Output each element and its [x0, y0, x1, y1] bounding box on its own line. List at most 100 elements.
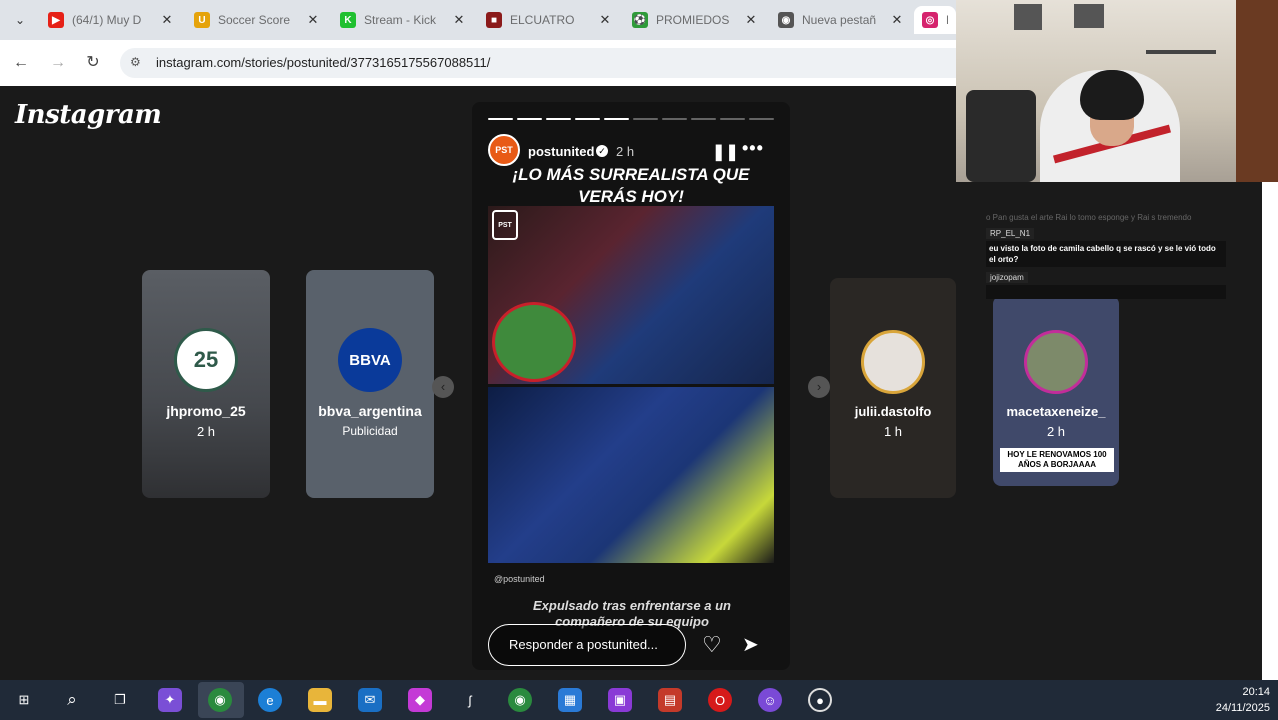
site-info-icon[interactable]: ⚙	[130, 55, 146, 71]
story-time: 2 h	[196, 424, 216, 439]
stream-chat-overlay: o Pan gusta el arte Rai lo tomo esponge …	[986, 212, 1226, 299]
discord-icon[interactable]: ☺	[758, 688, 782, 712]
tab-title: Soccer Score	[218, 13, 291, 27]
chat-faint-message: o Pan gusta el arte Rai lo tomo esponge …	[986, 213, 1192, 222]
story-headline: ¡LO MÁS SURREALISTA QUE VERÁS HOY!	[512, 165, 750, 206]
progress-segment	[633, 118, 658, 120]
story-progress-bar	[488, 118, 774, 120]
tab-title: Stream - Kick	[364, 13, 437, 27]
browser-tab[interactable]: K Stream - Kick ✕	[332, 6, 474, 34]
browser-tab[interactable]: ⚽ PROMIEDOS ✕	[624, 6, 766, 34]
close-tab-icon[interactable]: ✕	[598, 12, 612, 28]
progress-segment	[691, 118, 716, 120]
avatar: BBVA	[338, 328, 402, 392]
outlook-icon[interactable]: ✉	[358, 688, 382, 712]
close-tab-icon[interactable]: ✕	[160, 12, 174, 28]
gaming-chair	[966, 90, 1036, 182]
clock-time: 20:14	[1242, 686, 1270, 698]
browser-tab[interactable]: ▶ (64/1) Muy D ✕	[40, 6, 182, 34]
avatar[interactable]: PST	[488, 134, 520, 166]
story-preview-bbva[interactable]: BBVA bbva_argentina Publicidad	[306, 270, 434, 498]
browser-tab[interactable]: ◉ Nueva pestañ ✕	[770, 6, 912, 34]
youtube-icon: ▶	[48, 12, 64, 28]
pause-icon[interactable]: ❚❚	[712, 142, 739, 162]
avatar	[1024, 330, 1088, 394]
office-icon[interactable]: ◆	[408, 688, 432, 712]
browser-toolbar: ← → ↻ ⚙ instagram.com/stories/postunited…	[0, 40, 956, 86]
like-heart-icon[interactable]: ♡	[702, 632, 722, 658]
tab-title: Nueva pestañ	[802, 13, 877, 27]
story-username: macetaxeneize_	[1006, 404, 1106, 419]
chrome-profile-icon[interactable]: ◉	[508, 688, 532, 712]
task-view-icon[interactable]: ❐	[108, 688, 132, 712]
app-icon[interactable]: ʃ	[458, 688, 482, 712]
copilot-icon[interactable]: ✦	[158, 688, 182, 712]
twitch-icon[interactable]: ▣	[608, 688, 632, 712]
store-icon[interactable]: ▦	[558, 688, 582, 712]
file-explorer-icon[interactable]: ▬	[308, 688, 332, 712]
winrar-icon[interactable]: ▤	[658, 688, 682, 712]
browser-tab[interactable]: ◎H	[914, 6, 956, 34]
search-icon[interactable]: ⌕	[60, 688, 84, 712]
story-username[interactable]: postunited	[528, 144, 594, 159]
story-banner-text: HOY LE RENOVAMOS 100 AÑOS A BORJAAAA	[1000, 448, 1114, 472]
close-tab-icon[interactable]: ✕	[890, 12, 904, 28]
active-story: PST postunited ✓ 2 h ❚❚ ••• ¡LO MÁS SURR…	[472, 102, 790, 670]
story-photo-bottom	[488, 387, 774, 563]
wall-frame	[1074, 4, 1104, 28]
door	[1236, 0, 1278, 182]
story-time: 1 h	[883, 424, 903, 439]
close-tab-icon[interactable]: ✕	[744, 12, 758, 28]
chat-message: eu visto la foto de camila cabello q se …	[986, 241, 1226, 267]
progress-segment	[662, 118, 687, 120]
progress-segment	[517, 118, 542, 120]
opera-icon[interactable]: O	[708, 688, 732, 712]
streamer-hair	[1080, 70, 1144, 120]
chrome-icon: ◉	[778, 12, 794, 28]
tab-search-menu-icon[interactable]: ⌄	[10, 10, 30, 30]
chrome-icon[interactable]: ◉	[208, 688, 232, 712]
story-username: jhpromo_25	[166, 403, 246, 419]
clock-date: 24/11/2025	[1215, 702, 1270, 714]
reply-input[interactable]: Responder a postunited...	[488, 624, 686, 666]
instagram-logo[interactable]: Instagram	[15, 100, 162, 130]
verified-icon: ✓	[596, 145, 608, 157]
address-bar[interactable]: ⚙ instagram.com/stories/postunited/37731…	[120, 48, 956, 78]
promiedos-icon: ⚽	[632, 12, 648, 28]
screen: { "browser": { "tabs": [ {"label": "(64/…	[0, 0, 1278, 720]
obs-icon[interactable]: ●	[808, 688, 832, 712]
more-options-icon[interactable]: •••	[742, 138, 764, 159]
next-story-button[interactable]: ›	[808, 376, 830, 398]
wall-frame	[1014, 4, 1042, 30]
wall-shelf	[1146, 50, 1216, 54]
progress-segment	[604, 118, 629, 120]
progress-segment	[488, 118, 513, 120]
previous-story-button[interactable]: ‹	[432, 376, 454, 398]
instagram-icon: ◎	[922, 12, 938, 28]
chat-username: RP_EL_N1	[986, 228, 1035, 239]
start-icon[interactable]: ⊞	[12, 688, 36, 712]
close-tab-icon[interactable]: ✕	[306, 12, 320, 28]
story-username: bbva_argentina	[318, 403, 422, 419]
send-icon[interactable]: ➤	[742, 632, 759, 657]
story-time: 2 h	[616, 144, 635, 159]
browser-tab[interactable]: ■ ELCUATRO ✕	[478, 6, 620, 34]
story-preview-julii[interactable]: julii.dastolfo 1 h	[830, 278, 956, 498]
forward-button[interactable]: →	[47, 52, 69, 74]
scrollbar[interactable]	[1262, 182, 1278, 680]
back-button[interactable]: ←	[10, 52, 32, 74]
browser-tab[interactable]: U Soccer Score ✕	[186, 6, 328, 34]
close-tab-icon[interactable]: ✕	[452, 12, 466, 28]
soccer-score-icon: U	[194, 12, 210, 28]
url-text: instagram.com/stories/postunited/3773165…	[156, 55, 491, 70]
kick-icon: K	[340, 12, 356, 28]
brand-badge-icon: PST	[492, 210, 518, 240]
edge-icon[interactable]: e	[258, 688, 282, 712]
system-clock[interactable]: 20:14 24/11/2025	[1216, 684, 1270, 716]
story-username: julii.dastolfo	[854, 404, 932, 419]
browser-tab-bar: ⌄ ▶ (64/1) Muy D ✕ U Soccer Score ✕ K Stream - …	[0, 0, 956, 40]
story-preview-jhpromo[interactable]: 25 jhpromo_25 2 h	[142, 270, 270, 498]
story-watermark: @postunited	[494, 574, 545, 584]
reload-button[interactable]: ↻	[82, 52, 104, 74]
chat-message	[986, 285, 1226, 299]
